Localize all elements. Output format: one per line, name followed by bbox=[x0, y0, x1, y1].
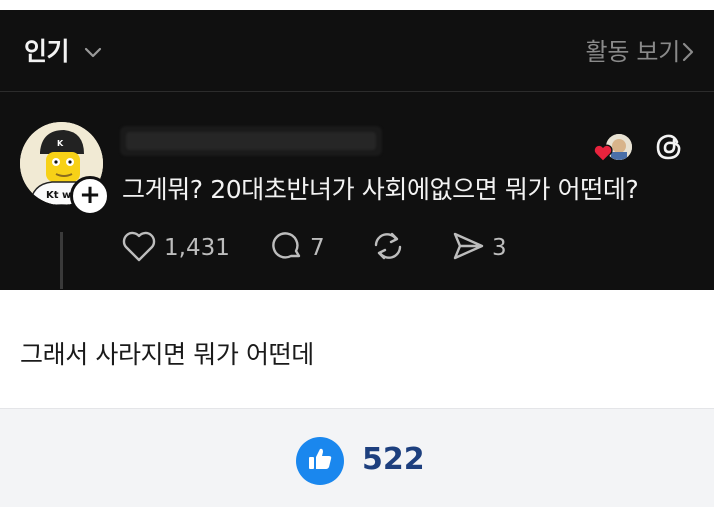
comment-icon bbox=[270, 229, 304, 267]
feed-filter-title[interactable]: 인기 bbox=[24, 32, 70, 68]
like-button[interactable]: 1,431 bbox=[120, 228, 230, 268]
repost-icon bbox=[370, 229, 406, 267]
liked-by-avatars[interactable] bbox=[592, 132, 636, 164]
comment-text: 그래서 사라지면 뭐가 어떤데 bbox=[20, 340, 314, 369]
comment-button[interactable]: 7 bbox=[270, 228, 325, 268]
view-activity-link[interactable]: 활동 보기 bbox=[586, 32, 681, 67]
share-count: 3 bbox=[492, 235, 507, 261]
chevron-right-icon[interactable] bbox=[682, 42, 694, 66]
reaction-bar: 522 bbox=[0, 408, 714, 507]
header-divider bbox=[0, 91, 714, 92]
comment-count: 7 bbox=[310, 235, 325, 261]
chevron-down-icon[interactable] bbox=[84, 44, 102, 63]
follow-plus-button[interactable]: + bbox=[70, 176, 110, 216]
like-count: 1,431 bbox=[164, 235, 230, 261]
send-icon bbox=[450, 229, 486, 267]
thumbs-up-button[interactable] bbox=[296, 437, 344, 485]
threads-post-screenshot: 인기 활동 보기 K Kt wiz + 그게뭐? 20대초반녀가 사회에없으면 … bbox=[0, 10, 714, 290]
threads-logo-icon[interactable] bbox=[652, 130, 686, 164]
feed-header: 인기 활동 보기 bbox=[0, 10, 714, 92]
username-redacted bbox=[120, 126, 382, 156]
heart-icon bbox=[120, 229, 158, 267]
plus-icon: + bbox=[79, 180, 101, 210]
svg-text:K: K bbox=[57, 139, 64, 148]
reaction-count: 522 bbox=[362, 442, 425, 477]
share-button[interactable]: 3 bbox=[450, 228, 507, 268]
thumbs-up-icon bbox=[306, 445, 334, 477]
repost-button[interactable] bbox=[370, 228, 406, 268]
top-margin bbox=[0, 0, 714, 10]
post-text: 그게뭐? 20대초반녀가 사회에없으면 뭐가 어떤데? bbox=[122, 175, 639, 204]
thread-line bbox=[60, 232, 63, 289]
heart-icon bbox=[592, 142, 614, 164]
